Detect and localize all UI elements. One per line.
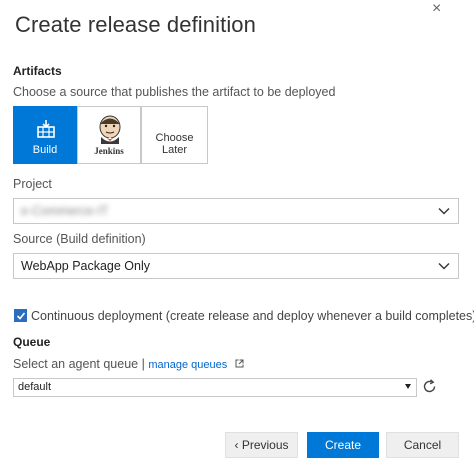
refresh-icon[interactable] <box>422 379 437 394</box>
checkmark-icon <box>16 312 26 320</box>
external-link-icon[interactable] <box>235 359 244 368</box>
chevron-down-icon <box>438 263 450 270</box>
source-tile-jenkins-label: Jenkins <box>94 146 124 156</box>
agent-queue-select[interactable]: default <box>13 378 417 397</box>
previous-button[interactable]: ‹ Previous <box>225 432 298 458</box>
agent-queue-select-value: default <box>18 381 52 393</box>
continuous-deployment-checkbox[interactable] <box>14 309 27 322</box>
queue-heading: Queue <box>13 335 51 349</box>
project-select[interactable]: e-Commerce-IT <box>13 198 459 224</box>
queue-description: Select an agent queue | manage queues <box>13 357 244 371</box>
project-select-value: e-Commerce-IT <box>21 204 109 218</box>
manage-queues-link[interactable]: manage queues <box>148 359 227 371</box>
build-definition-select-value: WebApp Package Only <box>21 259 151 273</box>
chevron-down-icon <box>438 208 450 215</box>
project-label: Project <box>13 177 52 191</box>
jenkins-icon <box>99 115 121 144</box>
close-icon[interactable]: × <box>432 0 441 18</box>
dropdown-arrow-icon <box>405 384 411 389</box>
artifacts-description: Choose a source that publishes the artif… <box>13 85 336 99</box>
artifacts-heading: Artifacts <box>13 64 62 78</box>
source-tile-build-label: Build <box>32 144 58 156</box>
continuous-deployment-label: Continuous deployment (create release an… <box>31 309 474 323</box>
build-icon <box>37 120 55 138</box>
source-tile-jenkins[interactable]: Jenkins <box>77 106 141 164</box>
cancel-button[interactable]: Cancel <box>386 432 459 458</box>
source-tile-choose-later-label: Choose Later <box>155 132 194 156</box>
build-definition-label: Source (Build definition) <box>13 232 146 246</box>
create-button[interactable]: Create <box>307 432 379 458</box>
source-tile-choose-later[interactable]: Choose Later <box>141 106 208 164</box>
source-tile-build[interactable]: Build <box>13 106 77 164</box>
queue-description-text: Select an agent queue | <box>13 357 145 371</box>
dialog-title: Create release definition <box>15 12 256 37</box>
build-definition-select[interactable]: WebApp Package Only <box>13 253 459 279</box>
